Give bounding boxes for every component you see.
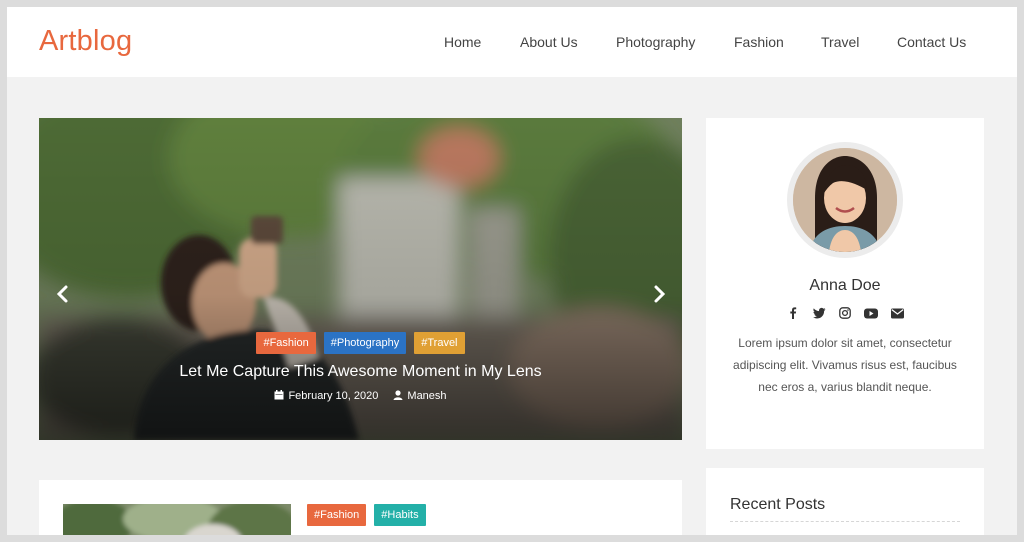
slide-date: February 10, 2020 <box>274 390 381 402</box>
avatar-image <box>793 148 897 252</box>
nav-photography[interactable]: Photography <box>616 34 695 50</box>
calendar-icon <box>274 390 284 400</box>
author-name: Anna Doe <box>809 277 881 294</box>
youtube-icon <box>864 308 878 319</box>
slide-meta: February 10, 2020 Manesh <box>39 390 682 402</box>
user-icon <box>393 390 403 400</box>
chevron-right-icon <box>654 285 666 303</box>
slide-author[interactable]: Manesh <box>393 390 447 402</box>
twitter-link[interactable] <box>806 307 832 319</box>
tag-fashion[interactable]: #Fashion <box>256 332 316 354</box>
tag-travel[interactable]: #Travel <box>414 332 465 354</box>
tag-photography[interactable]: #Photography <box>323 332 407 354</box>
site-header: Artblog Home About Us Photography Fashio… <box>7 7 1017 77</box>
nav-fashion[interactable]: Fashion <box>734 34 784 50</box>
facebook-icon <box>790 307 797 319</box>
slide-title[interactable]: Let Me Capture This Awesome Moment in My… <box>39 363 682 381</box>
divider <box>730 521 960 522</box>
slider-next-button[interactable] <box>649 283 669 305</box>
email-link[interactable] <box>884 308 910 319</box>
post-tags: #Fashion #Habits <box>307 504 434 526</box>
main-nav: Home About Us Photography Fashion Travel… <box>7 34 1017 54</box>
nav-home[interactable]: Home <box>444 34 481 50</box>
recent-posts-title: Recent Posts <box>730 496 826 513</box>
post-thumbnail-image <box>63 504 291 535</box>
featured-slider[interactable]: #Fashion #Photography #Travel Let Me Cap… <box>39 118 682 440</box>
post-card: #Fashion #Habits <box>39 480 682 535</box>
nav-contact-us[interactable]: Contact Us <box>897 34 966 50</box>
slide-tags: #Fashion #Photography #Travel <box>39 332 682 354</box>
slider-prev-button[interactable] <box>53 283 73 305</box>
tag-habits[interactable]: #Habits <box>374 504 426 526</box>
author-profile-widget: Anna Doe Lorem ipsum dolor sit amet, con… <box>706 118 984 449</box>
facebook-link[interactable] <box>780 306 806 319</box>
instagram-icon <box>839 307 851 319</box>
social-links <box>706 306 984 319</box>
page-frame: Artblog Home About Us Photography Fashio… <box>7 7 1017 535</box>
avatar <box>787 142 903 258</box>
nav-about-us[interactable]: About Us <box>520 34 578 50</box>
twitter-icon <box>812 307 825 319</box>
youtube-link[interactable] <box>858 308 884 319</box>
author-bio: Lorem ipsum dolor sit amet, consectetur … <box>733 336 957 394</box>
email-icon <box>890 308 904 319</box>
instagram-link[interactable] <box>832 307 858 319</box>
tag-fashion[interactable]: #Fashion <box>307 504 367 526</box>
nav-travel[interactable]: Travel <box>821 34 859 50</box>
chevron-left-icon <box>56 285 68 303</box>
recent-posts-widget: Recent Posts <box>706 468 984 535</box>
post-thumbnail[interactable] <box>63 504 291 535</box>
